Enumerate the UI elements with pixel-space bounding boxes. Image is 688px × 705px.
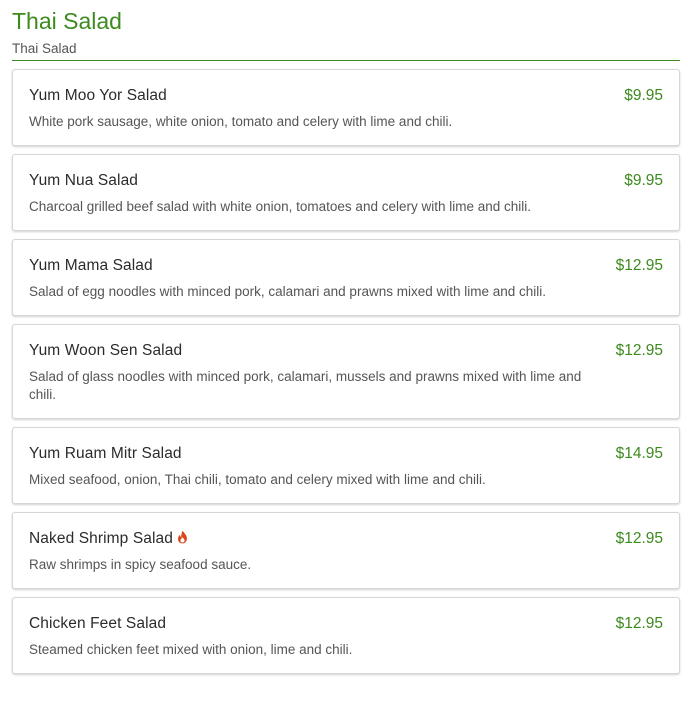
menu-item-price: $14.95: [615, 445, 663, 462]
menu-item-price: $12.95: [615, 530, 663, 547]
section-subtitle: Thai Salad: [12, 41, 77, 56]
section-divider: [12, 60, 680, 61]
menu-item-name: Chicken Feet Salad: [29, 615, 167, 632]
menu-item-description: Mixed seafood, onion, Thai chili, tomato…: [29, 472, 486, 487]
menu-item-description: Salad of glass noodles with minced pork,…: [29, 369, 582, 402]
menu-item-price: $12.95: [615, 257, 663, 274]
menu-item-name: Yum Woon Sen Salad: [29, 342, 183, 359]
menu-item-card[interactable]: Yum Mama Salad $12.95 Salad of egg noodl…: [12, 239, 680, 316]
menu-item-name: Yum Nua Salad: [29, 172, 139, 189]
menu-item-description: White pork sausage, white onion, tomato …: [29, 114, 453, 129]
menu-item-card[interactable]: Naked Shrimp Salad $12.95 Raw shrimps in…: [12, 512, 680, 589]
menu-item-description: Steamed chicken feet mixed with onion, l…: [29, 642, 353, 657]
menu-item-description: Charcoal grilled beef salad with white o…: [29, 199, 532, 214]
menu-item-name: Yum Mama Salad: [29, 257, 153, 274]
menu-item-name-with-icon: Naked Shrimp Salad: [29, 529, 188, 549]
menu-item-name: Yum Ruam Mitr Salad: [29, 445, 182, 462]
menu-item-name: Naked Shrimp Salad: [29, 530, 173, 547]
flame-icon: [177, 530, 188, 544]
menu-item-description: Raw shrimps in spicy seafood sauce.: [29, 557, 252, 572]
menu-item-card[interactable]: Yum Woon Sen Salad $12.95 Salad of glass…: [12, 324, 680, 419]
menu-page: Thai Salad Thai Salad Yum Moo Yor Salad …: [0, 0, 688, 705]
menu-item-price: $9.95: [624, 172, 663, 189]
menu-item-description: Salad of egg noodles with minced pork, c…: [29, 284, 547, 299]
menu-item-card[interactable]: Yum Moo Yor Salad $9.95 White pork sausa…: [12, 69, 680, 146]
menu-item-card[interactable]: Chicken Feet Salad $12.95 Steamed chicke…: [12, 597, 680, 674]
menu-item-card[interactable]: Yum Nua Salad $9.95 Charcoal grilled bee…: [12, 154, 680, 231]
section-title: Thai Salad: [12, 8, 122, 34]
menu-item-list: Yum Moo Yor Salad $9.95 White pork sausa…: [12, 69, 680, 674]
menu-item-price: $9.95: [624, 87, 663, 104]
menu-item-price: $12.95: [615, 615, 663, 632]
menu-item-name: Yum Moo Yor Salad: [29, 87, 167, 104]
menu-item-card[interactable]: Yum Ruam Mitr Salad $14.95 Mixed seafood…: [12, 427, 680, 504]
menu-item-price: $12.95: [615, 342, 663, 359]
